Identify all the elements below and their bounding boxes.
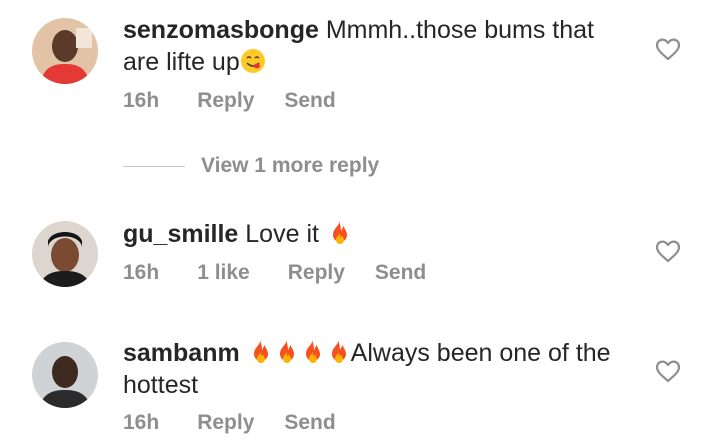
fire-emoji-icon bbox=[273, 339, 299, 365]
send-button[interactable]: Send bbox=[284, 89, 335, 113]
heart-like-icon[interactable] bbox=[655, 239, 681, 263]
fire-emoji-icon bbox=[325, 339, 351, 365]
comment-time: 16h bbox=[123, 261, 160, 284]
comment-body: Love it bbox=[245, 220, 319, 248]
comment-meta: 16h Reply Send bbox=[123, 89, 336, 113]
comment-text: senzomasbonge Mmmh..those bums that are … bbox=[123, 14, 623, 78]
heart-like-icon[interactable] bbox=[655, 359, 681, 383]
fire-emoji-icon bbox=[326, 220, 352, 246]
avatar[interactable] bbox=[32, 342, 98, 408]
comment-username[interactable]: gu_smille bbox=[123, 220, 238, 248]
yum-face-emoji-icon bbox=[240, 48, 266, 74]
heart-like-icon[interactable] bbox=[655, 37, 681, 61]
comment-username[interactable]: sambanm bbox=[123, 339, 240, 367]
comment-meta: 16h 1 like Reply Send bbox=[123, 261, 426, 285]
reply-button[interactable]: Reply bbox=[288, 261, 345, 285]
comment-meta: 16h Reply Send bbox=[123, 411, 336, 435]
avatar[interactable] bbox=[32, 18, 98, 84]
comment-time: 16h bbox=[123, 89, 160, 112]
reply-button[interactable]: Reply bbox=[197, 89, 254, 113]
view-more-replies-label[interactable]: View 1 more reply bbox=[201, 154, 379, 178]
fire-emoji-icon bbox=[247, 339, 273, 365]
send-button[interactable]: Send bbox=[284, 411, 335, 435]
comment-text: gu_smille Love it bbox=[123, 218, 623, 250]
view-more-replies[interactable]: View 1 more reply bbox=[123, 152, 379, 180]
avatar[interactable] bbox=[32, 221, 98, 287]
send-button[interactable]: Send bbox=[375, 261, 426, 285]
fire-emoji-icon bbox=[299, 339, 325, 365]
comment-time: 16h bbox=[123, 411, 160, 434]
comment-username[interactable]: senzomasbonge bbox=[123, 16, 319, 44]
like-count[interactable]: 1 like bbox=[197, 261, 250, 285]
reply-button[interactable]: Reply bbox=[197, 411, 254, 435]
divider-line bbox=[123, 165, 185, 167]
comment-text: sambanm Always been one of the hottest bbox=[123, 337, 623, 401]
